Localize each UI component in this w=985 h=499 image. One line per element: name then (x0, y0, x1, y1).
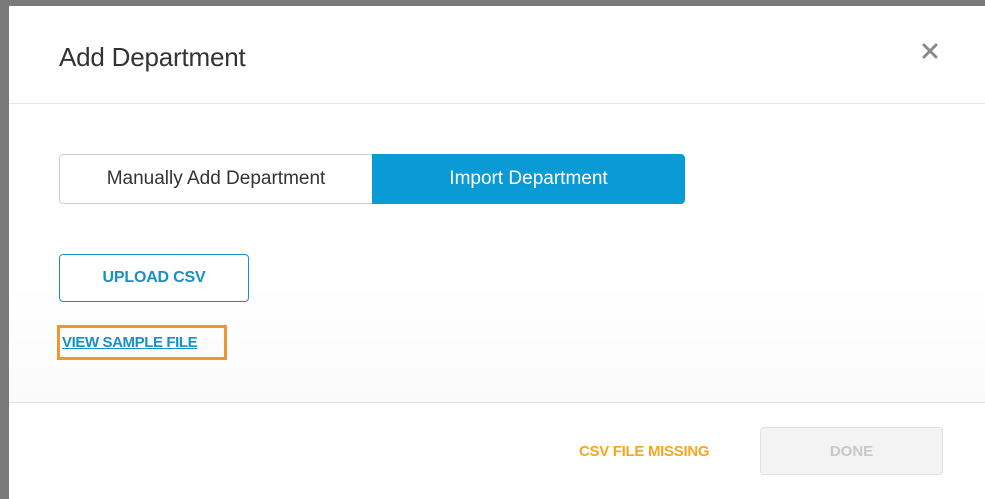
department-mode-tabs: Manually Add Department Import Departmen… (59, 154, 685, 204)
modal-footer: CSV FILE MISSING DONE (9, 402, 985, 499)
sample-file-highlight: VIEW SAMPLE FILE (57, 325, 227, 360)
modal-body: Manually Add Department Import Departmen… (9, 104, 985, 402)
add-department-modal: Add Department Manually Add Department I… (9, 6, 985, 499)
done-button[interactable]: DONE (760, 427, 943, 475)
tab-manually-add-department[interactable]: Manually Add Department (59, 154, 372, 204)
close-button[interactable] (917, 38, 943, 64)
upload-csv-button[interactable]: UPLOAD CSV (59, 254, 249, 302)
modal-title: Add Department (59, 42, 246, 72)
modal-header: Add Department (9, 6, 985, 104)
csv-status-message: CSV FILE MISSING (579, 443, 710, 460)
close-icon (922, 43, 938, 59)
view-sample-file-link[interactable]: VIEW SAMPLE FILE (62, 334, 198, 351)
tab-import-department[interactable]: Import Department (372, 154, 685, 204)
